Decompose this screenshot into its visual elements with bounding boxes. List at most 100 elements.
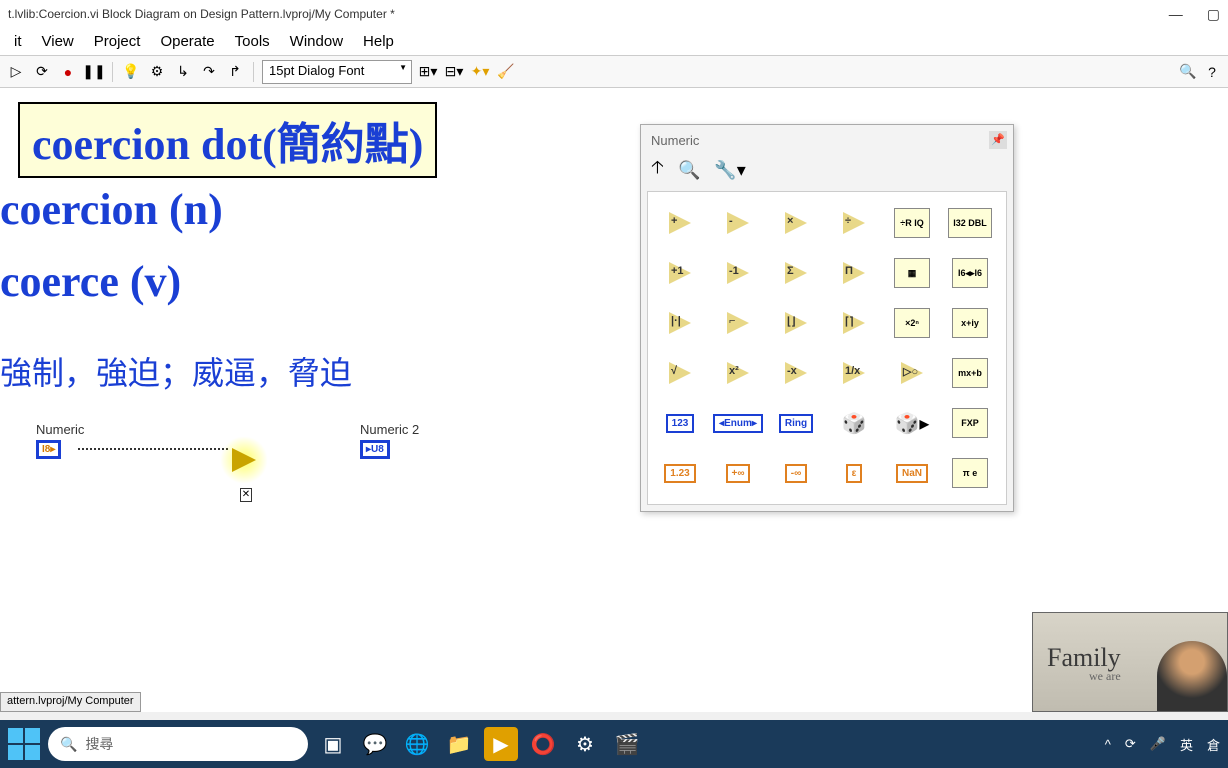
palette-item-24[interactable]: 123	[658, 408, 702, 438]
highlight-button[interactable]: 💡	[121, 62, 141, 82]
palette-item-34[interactable]: NaN	[890, 458, 934, 488]
retain-wire-button[interactable]: ⚙	[147, 62, 167, 82]
palette-pin-button[interactable]: 📌	[989, 131, 1007, 149]
menu-edit[interactable]: it	[4, 29, 32, 54]
palette-item-2[interactable]	[774, 208, 818, 238]
taskbar-search[interactable]: 🔍 搜尋	[48, 727, 308, 761]
menu-operate[interactable]: Operate	[150, 29, 224, 54]
numeric-control-terminal[interactable]: I8▸	[36, 440, 61, 459]
palette-item-13[interactable]	[716, 308, 760, 338]
search-icon: 🔍	[60, 736, 77, 753]
menu-tools[interactable]: Tools	[225, 29, 280, 54]
font-selector[interactable]: 15pt Dialog Font	[262, 60, 412, 84]
palette-item-10[interactable]: ▦	[890, 258, 934, 288]
palette-item-3[interactable]	[832, 208, 876, 238]
step-over-button[interactable]: ↷	[199, 62, 219, 82]
resize-button[interactable]: ✦▾	[470, 62, 490, 82]
align-button[interactable]: ⊞▾	[418, 62, 438, 82]
palette-item-12[interactable]	[658, 308, 702, 338]
tray-mic-icon[interactable]: 🎤	[1150, 736, 1166, 752]
palette-grid: ÷R IQ I32 DBL ▦ I6◂▸I6 ×2ⁿ x+iy mx+b 123 ◂Enum▸ R…	[647, 191, 1007, 505]
palette-item-27[interactable]: 🎲	[832, 408, 876, 438]
palette-item-11[interactable]: I6◂▸I6	[948, 258, 992, 288]
broken-wire-icon[interactable]: ✕	[240, 488, 252, 502]
cleanup-button[interactable]: 🧹	[496, 62, 516, 82]
palette-item-9[interactable]	[832, 258, 876, 288]
search-placeholder: 搜尋	[85, 734, 113, 754]
numeric2-indicator-terminal[interactable]: ▸U8	[360, 440, 390, 459]
text-coerce-v: coerce (v)	[0, 256, 181, 307]
explorer-icon[interactable]: 📁	[442, 727, 476, 761]
palette-item-32[interactable]: -∞	[774, 458, 818, 488]
taskview-icon[interactable]: ▣	[316, 727, 350, 761]
palette-item-17[interactable]: x+iy	[948, 308, 992, 338]
palette-item-28[interactable]: 🎲▸	[890, 408, 934, 438]
palette-item-15[interactable]	[832, 308, 876, 338]
tray-sync-icon[interactable]: ⟳	[1125, 736, 1136, 752]
title-label: coercion dot(簡約點)	[18, 102, 437, 178]
search-icon[interactable]: 🔍	[1178, 62, 1198, 82]
chrome-icon[interactable]: ⭕	[526, 727, 560, 761]
palette-item-7[interactable]	[716, 258, 760, 288]
palette-item-30[interactable]: 1.23	[658, 458, 702, 488]
palette-item-16[interactable]: ×2ⁿ	[890, 308, 934, 338]
palette-item-35[interactable]: π e	[948, 458, 992, 488]
system-tray[interactable]: ^ ⟳ 🎤 英 倉	[1105, 735, 1220, 754]
pause-button[interactable]: ❚❚	[84, 62, 104, 82]
tray-ime2[interactable]: 倉	[1207, 735, 1220, 754]
help-icon[interactable]: ?	[1202, 62, 1222, 82]
abort-button[interactable]: ●	[58, 62, 78, 82]
menu-project[interactable]: Project	[84, 29, 151, 54]
maximize-button[interactable]: ▢	[1207, 6, 1220, 23]
palette-item-29[interactable]: FXP	[948, 408, 992, 438]
palette-item-22[interactable]	[890, 358, 934, 388]
palette-item-8[interactable]	[774, 258, 818, 288]
palette-item-25[interactable]: ◂Enum▸	[716, 408, 760, 438]
window-title: t.lvlib:Coercion.vi Block Diagram on Des…	[8, 7, 395, 21]
chat-icon[interactable]: 💬	[358, 727, 392, 761]
run-continuous-button[interactable]: ⟳	[32, 62, 52, 82]
tray-ime1[interactable]: 英	[1180, 735, 1193, 754]
palette-item-0[interactable]	[658, 208, 702, 238]
menu-help[interactable]: Help	[353, 29, 404, 54]
menu-bar: it View Project Operate Tools Window Hel…	[0, 28, 1228, 56]
labview-icon[interactable]: ▶	[484, 727, 518, 761]
palette-item-23[interactable]: mx+b	[948, 358, 992, 388]
add-function-node[interactable]	[220, 436, 268, 484]
palette-item-21[interactable]	[832, 358, 876, 388]
palette-item-18[interactable]	[658, 358, 702, 388]
palette-search-icon[interactable]: 🔍	[678, 160, 700, 181]
numeric-control-label: Numeric	[36, 422, 84, 437]
palette-item-33[interactable]: ε	[832, 458, 876, 488]
edge-icon[interactable]: 🌐	[400, 727, 434, 761]
palette-item-1[interactable]	[716, 208, 760, 238]
palette-title-bar[interactable]: Numeric 📌	[641, 125, 1013, 155]
status-bar: attern.lvproj/My Computer	[0, 692, 141, 712]
run-button[interactable]: ▷	[6, 62, 26, 82]
minimize-button[interactable]: —	[1169, 6, 1183, 23]
palette-item-26[interactable]: Ring	[774, 408, 818, 438]
palette-customize-icon[interactable]: 🔧▾	[714, 160, 745, 181]
menu-view[interactable]: View	[32, 29, 84, 54]
tray-chevron-icon[interactable]: ^	[1105, 737, 1111, 752]
app-icon[interactable]: 🎬	[610, 727, 644, 761]
settings-icon[interactable]: ⚙	[568, 727, 602, 761]
palette-up-icon[interactable]: 🡡	[651, 155, 664, 185]
palette-item-31[interactable]: +∞	[716, 458, 760, 488]
menu-window[interactable]: Window	[280, 29, 353, 54]
windows-taskbar: 🔍 搜尋 ▣ 💬 🌐 📁 ▶ ⭕ ⚙ 🎬 ^ ⟳ 🎤 英 倉	[0, 720, 1228, 768]
wire[interactable]	[78, 448, 228, 450]
palette-item-5[interactable]: I32 DBL	[948, 208, 992, 238]
distribute-button[interactable]: ⊟▾	[444, 62, 464, 82]
palette-item-19[interactable]	[716, 358, 760, 388]
palette-item-14[interactable]	[774, 308, 818, 338]
palette-item-4[interactable]: ÷R IQ	[890, 208, 934, 238]
step-into-button[interactable]: ↳	[173, 62, 193, 82]
functions-palette[interactable]: Numeric 📌 🡡 🔍 🔧▾ ÷R IQ I32 DBL ▦ I6◂▸I6 ×2ⁿ x…	[640, 124, 1014, 512]
step-out-button[interactable]: ↱	[225, 62, 245, 82]
palette-item-20[interactable]	[774, 358, 818, 388]
palette-item-6[interactable]	[658, 258, 702, 288]
text-coercion-n: coercion (n)	[0, 184, 223, 235]
start-button[interactable]	[8, 728, 40, 760]
window-titlebar: t.lvlib:Coercion.vi Block Diagram on Des…	[0, 0, 1228, 28]
